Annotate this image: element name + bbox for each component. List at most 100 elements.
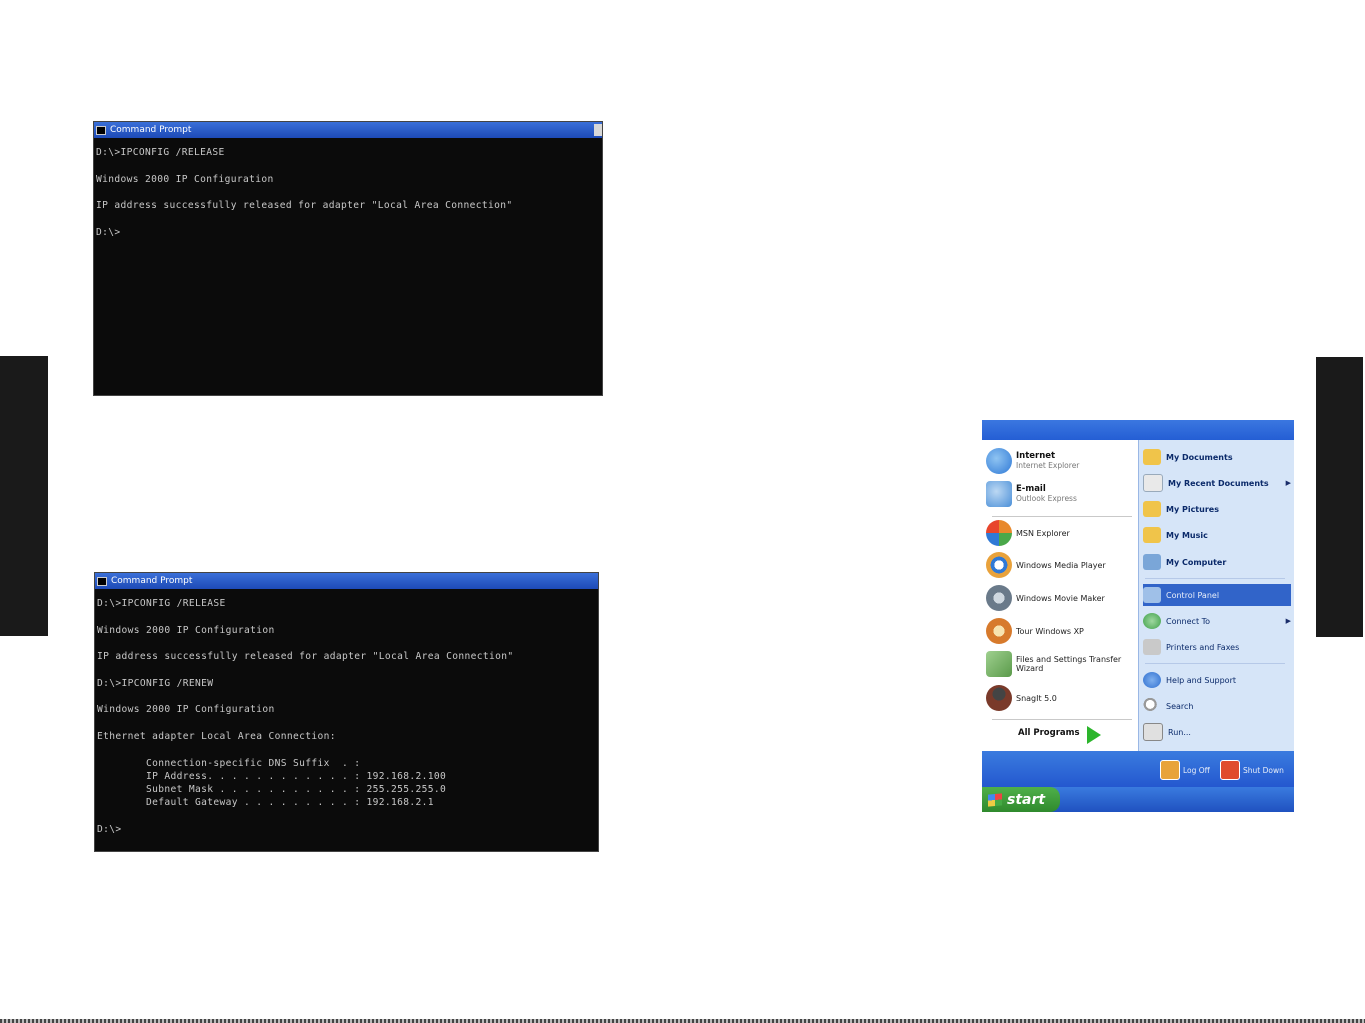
command-prompt-titlebar[interactable]: Command Prompt — [94, 122, 602, 138]
menu-item-title: Internet — [1016, 451, 1056, 461]
menu-item-label: Printers and Faxes — [1166, 642, 1240, 652]
control-panel-icon — [1143, 587, 1161, 603]
menu-item-msn-explorer[interactable]: MSN Explorer — [986, 520, 1070, 546]
menu-item-label: My Computer — [1166, 557, 1227, 567]
run-icon — [1143, 723, 1163, 741]
menu-item-my-music[interactable]: My Music — [1143, 524, 1291, 546]
console-line: D:\> — [97, 824, 122, 836]
menu-item-run[interactable]: Run... — [1143, 721, 1291, 743]
command-prompt-window-release[interactable]: Command Prompt D:\>IPCONFIG /RELEASE Win… — [93, 121, 603, 396]
console-icon — [97, 576, 107, 586]
menu-item-help-support[interactable]: Help and Support — [1143, 669, 1291, 691]
menu-item-transfer-wizard[interactable]: Files and Settings Transfer Wizard — [986, 651, 1124, 677]
taskbar: start — [982, 787, 1294, 812]
menu-item-title: Files and Settings Transfer Wizard — [1016, 655, 1122, 673]
shut-down-label: Shut Down — [1243, 765, 1284, 775]
menu-item-my-recent-documents[interactable]: My Recent Documents ▶ — [1143, 472, 1291, 494]
outlook-express-icon — [986, 481, 1012, 507]
folder-music-icon — [1143, 527, 1161, 543]
menu-item-title: Windows Media Player — [1016, 560, 1106, 570]
menu-item-subtitle: Outlook Express — [1016, 494, 1077, 503]
menu-item-label: My Documents — [1166, 452, 1233, 462]
submenu-arrow-icon: ▶ — [1285, 618, 1291, 625]
start-menu-programs-pane: Internet Internet Explorer E-mail Outlook … — [982, 440, 1138, 751]
printer-icon — [1143, 639, 1161, 655]
menu-item-title: Tour Windows XP — [1016, 626, 1084, 636]
all-programs-button[interactable]: All Programs — [1018, 728, 1080, 738]
console-line: IP Address. . . . . . . . . . . . : 192.… — [97, 770, 447, 782]
menu-item-label: My Music — [1166, 530, 1208, 540]
connect-to-icon — [1143, 613, 1161, 629]
power-icon — [1220, 760, 1240, 780]
start-button[interactable]: start — [982, 787, 1060, 812]
command-prompt-titlebar[interactable]: Command Prompt — [95, 573, 598, 589]
command-prompt-window-renew[interactable]: Command Prompt D:\>IPCONFIG /RELEASE Win… — [94, 572, 599, 852]
tour-xp-icon — [986, 618, 1012, 644]
console-line: D:\>IPCONFIG /RELEASE — [96, 147, 225, 158]
menu-item-label: Run... — [1168, 727, 1191, 737]
separator — [1145, 663, 1285, 664]
menu-item-title: SnagIt 5.0 — [1016, 693, 1057, 703]
menu-item-title: E-mail — [1016, 484, 1046, 494]
console-line: D:\>IPCONFIG /RENEW — [97, 677, 214, 689]
menu-item-label: My Recent Documents — [1168, 478, 1269, 488]
log-off-button[interactable]: Log Off — [1160, 760, 1210, 780]
menu-item-label: Help and Support — [1166, 675, 1236, 685]
start-menu-footer: Log Off Shut Down — [982, 751, 1294, 787]
menu-item-label: Connect To — [1166, 616, 1211, 626]
movie-maker-icon — [986, 585, 1012, 611]
start-label: start — [1007, 791, 1046, 808]
separator — [992, 516, 1132, 517]
console-line: IP address successfully released for ada… — [96, 200, 513, 212]
console-line: Ethernet adapter Local Area Connection: — [97, 730, 336, 742]
menu-item-search[interactable]: Search — [1143, 695, 1291, 717]
menu-item-title: Windows Movie Maker — [1016, 593, 1105, 603]
console-line: Connection-specific DNS Suffix . : — [97, 757, 361, 769]
menu-item-label: Search — [1166, 701, 1194, 711]
console-line: Windows 2000 IP Configuration — [97, 704, 275, 716]
shut-down-button[interactable]: Shut Down — [1220, 760, 1284, 780]
menu-item-movie-maker[interactable]: Windows Movie Maker — [986, 585, 1105, 611]
msn-butterfly-icon — [986, 520, 1012, 546]
console-output: D:\>IPCONFIG /RELEASE Windows 2000 IP Co… — [94, 138, 602, 239]
menu-item-control-panel[interactable]: Control Panel — [1143, 584, 1291, 606]
menu-item-email[interactable]: E-mail Outlook Express — [986, 481, 1077, 507]
menu-item-subtitle: Internet Explorer — [1016, 461, 1080, 470]
menu-item-my-documents[interactable]: My Documents — [1143, 446, 1291, 468]
console-line: D:\> — [96, 226, 121, 238]
transfer-wizard-icon — [986, 651, 1012, 677]
scrollbar[interactable] — [594, 124, 602, 136]
menu-item-connect-to[interactable]: Connect To ▶ — [1143, 610, 1291, 632]
menu-item-tour-xp[interactable]: Tour Windows XP — [986, 618, 1084, 644]
all-programs-arrow-icon[interactable] — [1087, 726, 1101, 744]
folder-documents-icon — [1143, 449, 1161, 465]
menu-item-internet[interactable]: Internet Internet Explorer — [986, 448, 1079, 474]
folder-pictures-icon — [1143, 501, 1161, 517]
console-line: Windows 2000 IP Configuration — [96, 173, 274, 185]
left-side-tab — [0, 356, 48, 636]
menu-item-printers-faxes[interactable]: Printers and Faxes — [1143, 636, 1291, 658]
console-icon — [96, 125, 106, 135]
log-off-label: Log Off — [1183, 765, 1210, 775]
computer-icon — [1143, 554, 1161, 570]
start-menu-places-pane: My Documents My Recent Documents ▶ My Pi… — [1138, 440, 1294, 751]
console-line: IP address successfully released for ada… — [97, 651, 514, 663]
menu-item-snagit[interactable]: SnagIt 5.0 — [986, 685, 1057, 711]
menu-item-title: MSN Explorer — [1016, 528, 1070, 538]
windows-flag-icon — [988, 792, 1002, 807]
menu-item-my-computer[interactable]: My Computer — [1143, 551, 1291, 573]
window-title: Command Prompt — [110, 125, 192, 135]
submenu-arrow-icon: ▶ — [1285, 480, 1291, 487]
menu-item-my-pictures[interactable]: My Pictures — [1143, 498, 1291, 520]
menu-item-media-player[interactable]: Windows Media Player — [986, 552, 1106, 578]
key-icon — [1160, 760, 1180, 780]
